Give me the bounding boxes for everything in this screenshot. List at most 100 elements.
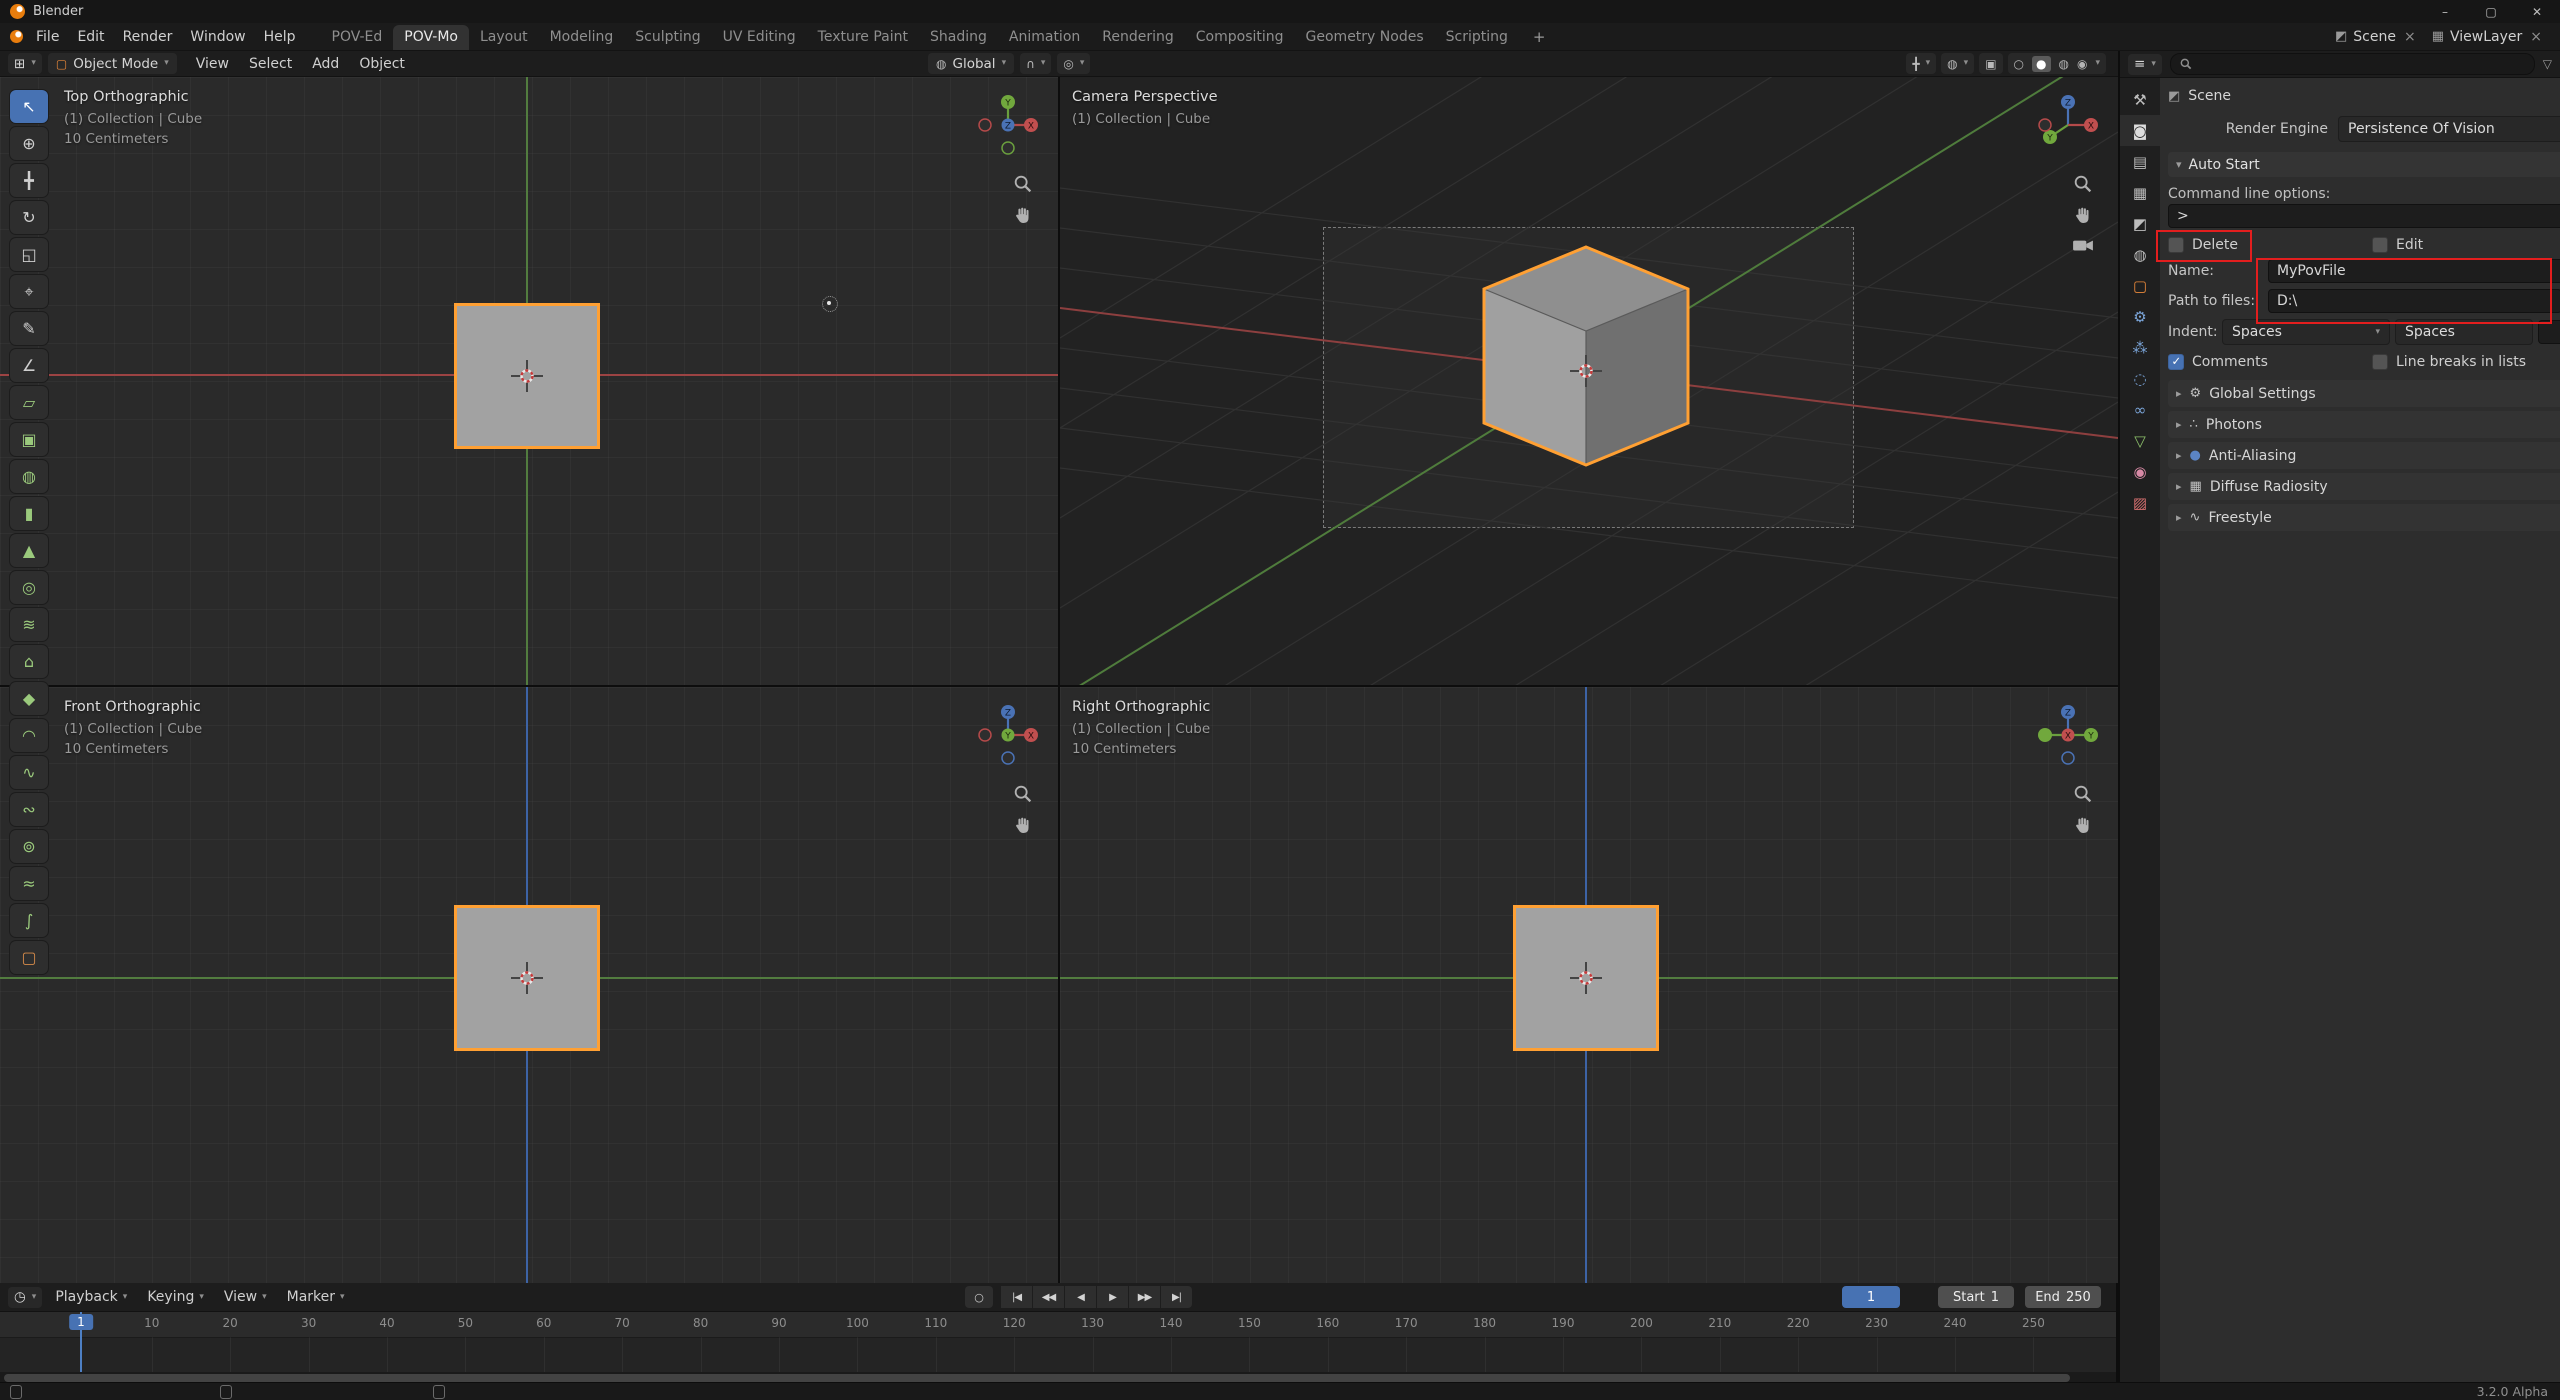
scene-tab[interactable]: ◩ [2120, 208, 2160, 239]
viewport-front-orthographic[interactable]: Front Orthographic (1) Collection | Cube… [0, 687, 1058, 1283]
viewlayer-selector[interactable]: ▦ ViewLayer × [2432, 29, 2542, 45]
transform-tool[interactable]: ⌖ [10, 275, 48, 308]
light-object[interactable] [822, 296, 838, 312]
edit-checkbox[interactable] [2372, 237, 2388, 253]
render-tab[interactable]: ◙ [2120, 115, 2160, 146]
diffuse-radiosity-section[interactable]: ▸ ▦ Diffuse Radiosity [2168, 473, 2560, 500]
add-prism-tool[interactable]: ⌂ [10, 645, 48, 678]
menu-item[interactable]: Help [255, 26, 305, 48]
shading-wireframe-button[interactable]: ○ [2014, 57, 2024, 71]
workspace-tab[interactable]: Compositing [1185, 25, 1295, 50]
anti-aliasing-section[interactable]: ▸ ● Anti-Aliasing [2168, 442, 2560, 469]
view-layer-tab[interactable]: ▦ [2120, 177, 2160, 208]
add-cylinder-tool[interactable]: ▮ [10, 497, 48, 530]
xray-toggle[interactable]: ▣ [1979, 53, 2002, 74]
cube-object[interactable] [454, 303, 600, 449]
add-plane-tool[interactable]: ▱ [10, 386, 48, 419]
pan-hand-icon[interactable] [1012, 205, 1034, 227]
zoom-icon[interactable] [1012, 173, 1034, 195]
object-tab[interactable]: ▢ [2120, 270, 2160, 301]
workspace-tab[interactable]: POV-Mo [393, 25, 469, 50]
photons-section[interactable]: ▸ ∴ Photons [2168, 411, 2560, 438]
measure-tool[interactable]: ∠ [10, 349, 48, 382]
tool-tab[interactable]: ⚒ [2120, 84, 2160, 115]
line-breaks-checkbox[interactable] [2372, 354, 2388, 370]
navigation-gizmo[interactable]: ZXY [972, 699, 1044, 771]
constraints-tab[interactable]: ∞ [2120, 394, 2160, 425]
unlink-scene-icon[interactable]: × [2404, 29, 2416, 45]
navigation-gizmo[interactable]: ZYX [2032, 699, 2104, 771]
zoom-icon[interactable] [2072, 783, 2094, 805]
menu-item[interactable]: Edit [68, 26, 113, 48]
indent-size-field[interactable]: 4 [2538, 320, 2560, 344]
timeline-menu-item[interactable]: View▾ [215, 1286, 276, 1308]
viewport-menu-item[interactable]: Select [240, 53, 301, 75]
timeline-ruler[interactable]: 1020304050607080901001101201301401501601… [0, 1312, 2116, 1338]
add-isosurface-tool[interactable]: ≈ [10, 867, 48, 900]
add-cone-tool[interactable]: ▲ [10, 534, 48, 567]
pan-hand-icon[interactable] [2072, 205, 2094, 227]
name-field[interactable]: MyPovFile [2268, 259, 2560, 283]
output-tab[interactable]: ▤ [2120, 146, 2160, 177]
timeline-menu-item[interactable]: Playback▾ [46, 1286, 136, 1308]
delete-option[interactable]: Delete [2168, 237, 2372, 253]
unlink-viewlayer-icon[interactable]: × [2530, 29, 2542, 45]
cube-object[interactable] [1513, 905, 1659, 1051]
workspace-tab[interactable]: POV-Ed [321, 25, 394, 50]
properties-search-input[interactable] [2170, 53, 2535, 75]
editor-type-button[interactable]: ⊞ ▾ [8, 53, 42, 74]
render-engine-dropdown[interactable]: Persistence Of Vision ▾ [2338, 116, 2560, 142]
modifiers-tab[interactable]: ⚙ [2120, 301, 2160, 332]
global-settings-section[interactable]: ▸ ⚙ Global Settings [2168, 380, 2560, 407]
transform-orientation-dropdown[interactable]: ◍ Global ▾ [928, 53, 1014, 74]
camera-view-icon[interactable] [2072, 237, 2094, 253]
add-sphere-sweep-tool[interactable]: ∾ [10, 793, 48, 826]
shading-material-button[interactable]: ◍ [2059, 57, 2069, 71]
current-frame-field[interactable]: 1 [1842, 1286, 1900, 1308]
delete-checkbox[interactable] [2168, 237, 2184, 253]
shading-rendered-button[interactable]: ◉ [2077, 57, 2087, 71]
add-parametric-tool[interactable]: ∫ [10, 904, 48, 937]
indent-dropdown[interactable]: Spaces ▾ [2222, 319, 2390, 345]
jump-to-end-button[interactable]: ▶| [1161, 1286, 1192, 1308]
material-tab[interactable]: ◉ [2120, 456, 2160, 487]
edit-option[interactable]: Edit [2372, 237, 2560, 253]
command-line-input[interactable]: > [2168, 204, 2560, 228]
viewport-camera-perspective[interactable]: Camera Perspective (1) Collection | Cube… [1060, 77, 2118, 685]
add-spring-tool[interactable]: ∿ [10, 756, 48, 789]
workspace-tab[interactable]: UV Editing [712, 25, 807, 50]
snapping-toggle[interactable]: ∩ ▾ [1020, 53, 1051, 74]
comments-checkbox[interactable] [2168, 354, 2184, 370]
frame-end-field[interactable]: End 250 [2025, 1286, 2101, 1308]
pan-hand-icon[interactable] [1012, 815, 1034, 837]
add-torus-tool[interactable]: ◎ [10, 571, 48, 604]
add-container-tool[interactable]: ▢ [10, 941, 48, 974]
playhead[interactable]: 1 [80, 1312, 82, 1372]
timeline-menu-item[interactable]: Keying▾ [138, 1286, 213, 1308]
viewport-menu-item[interactable]: Object [350, 53, 414, 75]
add-sphere-tool[interactable]: ◍ [10, 460, 48, 493]
jump-to-start-button[interactable]: |◀ [1001, 1286, 1032, 1308]
auto-keying-button[interactable]: ○ [965, 1286, 993, 1308]
maximize-button[interactable]: ▢ [2468, 0, 2514, 23]
physics-tab[interactable]: ◌ [2120, 363, 2160, 394]
indent-type-dropdown[interactable]: Spaces [2395, 319, 2533, 345]
workspace-tab[interactable]: Rendering [1091, 25, 1185, 50]
particles-tab[interactable]: ⁂ [2120, 332, 2160, 363]
auto-start-panel-header[interactable]: ▾ Auto Start [2168, 152, 2560, 177]
add-lathe-tool[interactable]: ≋ [10, 608, 48, 641]
cursor-tool[interactable]: ⊕ [10, 127, 48, 160]
play-button[interactable]: ▶ [1097, 1286, 1128, 1308]
close-button[interactable]: ✕ [2514, 0, 2560, 23]
play-reverse-button[interactable]: ◀ [1065, 1286, 1096, 1308]
zoom-icon[interactable] [2072, 173, 2094, 195]
viewport-right-orthographic[interactable]: Right Orthographic (1) Collection | Cube… [1060, 687, 2118, 1283]
menu-item[interactable]: Window [181, 26, 254, 48]
select-box-tool[interactable]: ↖ [10, 90, 48, 123]
rotate-tool[interactable]: ↻ [10, 201, 48, 234]
line-breaks-option[interactable]: Line breaks in lists [2372, 354, 2560, 370]
timeline-menu-item[interactable]: Marker▾ [278, 1286, 354, 1308]
path-field[interactable]: D:\ [2268, 289, 2560, 313]
scale-tool[interactable]: ◱ [10, 238, 48, 271]
scrollbar-thumb[interactable] [4, 1374, 2070, 1382]
